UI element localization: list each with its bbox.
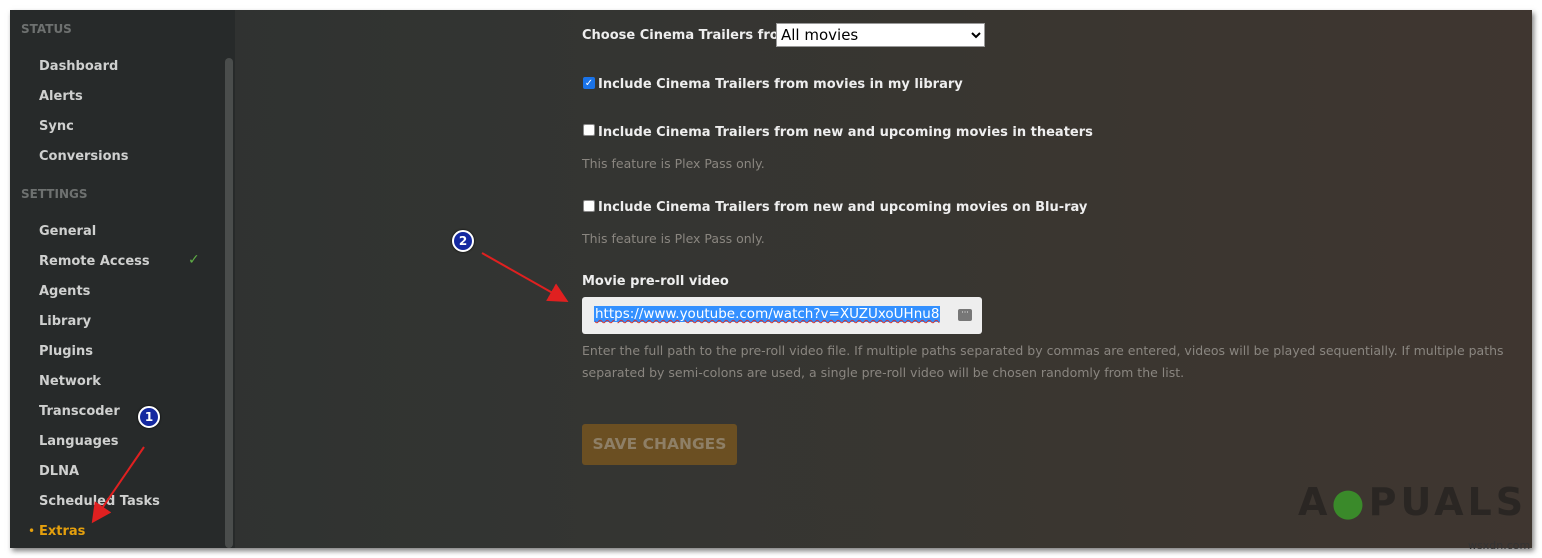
annotation-arrows	[91, 252, 569, 524]
arrow-to-preroll	[481, 252, 569, 302]
appuals-logo: A●PUALS	[1298, 480, 1528, 524]
watermark-site: wsxdn.com	[1468, 539, 1531, 552]
plex-settings-window: STATUS Dashboard Alerts Sync Conversions…	[10, 10, 1532, 548]
arrow-to-extras	[91, 446, 145, 524]
